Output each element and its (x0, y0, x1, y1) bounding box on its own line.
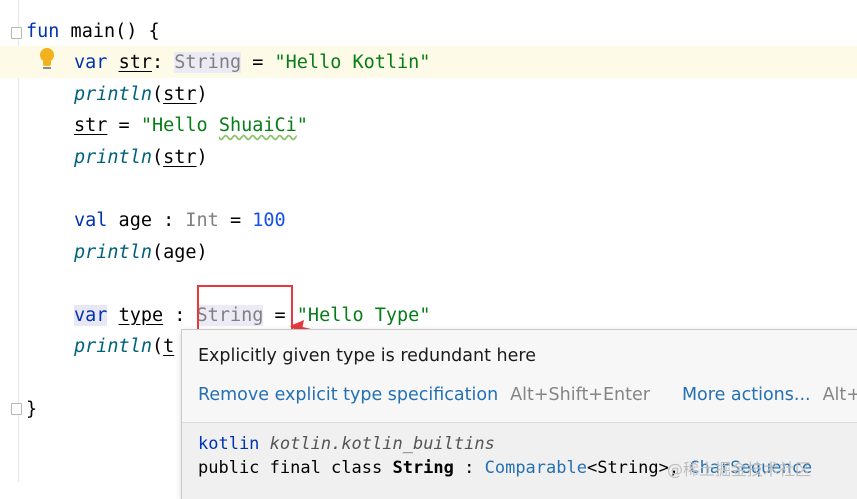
code-token: ShuaiCi (218, 115, 297, 136)
remove-type-shortcut: Alt+Shift+Enter (510, 385, 650, 405)
code-line[interactable]: } (26, 396, 37, 424)
code-line[interactable]: fun main() { (26, 18, 160, 46)
code-line[interactable]: val age : Int = 100 (74, 207, 286, 235)
code-token: var (74, 52, 108, 73)
doc-class-name: String (392, 458, 454, 478)
code-token: str (74, 115, 108, 136)
fold-open-icon[interactable] (11, 27, 22, 39)
code-token: "Hello Kotlin" (274, 52, 431, 73)
code-token: = (107, 115, 141, 136)
code-line[interactable]: println(age) (74, 239, 208, 267)
intention-bulb-icon[interactable] (37, 48, 57, 70)
code-token: println (74, 336, 152, 357)
code-token: ( (151, 147, 164, 168)
code-token: " (296, 115, 308, 136)
more-actions-shortcut: Alt+I (822, 385, 857, 405)
code-token: = (241, 52, 275, 73)
code-token: println (74, 242, 152, 263)
code-token: : (163, 305, 197, 326)
code-token: : (151, 52, 175, 73)
code-token: (age) (151, 242, 208, 263)
doc-prefix: public final class (198, 458, 393, 478)
code-line[interactable]: println(str) (74, 144, 208, 172)
code-token: = (218, 210, 253, 231)
doc-package: kotlin.kotlin_builtins (269, 434, 495, 454)
code-token: str (118, 52, 152, 73)
code-token: ) (196, 84, 208, 105)
code-token: var (74, 305, 108, 326)
remove-explicit-type-link[interactable]: Remove explicit type specification (198, 385, 498, 405)
code-token: String (174, 52, 242, 73)
code-token: ( (151, 84, 164, 105)
doc-header: kotlin kotlin.kotlin_builtins (198, 434, 495, 454)
popup-actions: Remove explicit type specification Alt+Sh… (198, 385, 857, 405)
code-token: ) (196, 147, 208, 168)
doc-keyword: kotlin (198, 434, 260, 454)
code-line[interactable]: println(str) (74, 81, 208, 109)
code-token: Int (185, 210, 219, 231)
doc-separator: : (453, 458, 485, 478)
fold-close-icon[interactable] (11, 403, 22, 415)
code-token: val (74, 210, 108, 231)
code-token: println (74, 147, 152, 168)
code-token: } (26, 399, 38, 420)
code-line[interactable]: var str: String = "Hello Kotlin" (74, 49, 430, 77)
code-token: "Hello (140, 115, 219, 136)
more-actions-link[interactable]: More actions... (682, 385, 811, 405)
watermark: @稀土掘金技术社区 (667, 460, 812, 479)
code-token: age : (107, 210, 186, 231)
code-token: str (163, 84, 197, 105)
code-token: type (118, 305, 164, 326)
code-token: fun (26, 21, 60, 42)
code-token: t (163, 336, 175, 357)
code-token: main() { (59, 21, 160, 42)
code-token: ( (151, 336, 164, 357)
doc-supertype-comparable[interactable]: Comparable (485, 458, 587, 478)
code-token: str (163, 147, 197, 168)
code-line[interactable]: println(t (74, 333, 174, 361)
inspection-message: Explicitly given type is redundant here (198, 346, 536, 366)
code-token: println (74, 84, 152, 105)
code-token: 100 (252, 210, 286, 231)
code-line[interactable]: str = "Hello ShuaiCi" (74, 112, 308, 140)
